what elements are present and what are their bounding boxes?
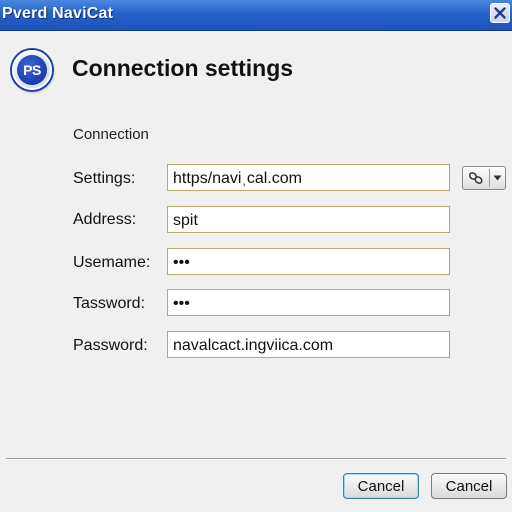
- settings-label: Settings:: [73, 170, 136, 187]
- app-logo-text: PS: [23, 62, 41, 78]
- footer-divider: [6, 458, 506, 459]
- url-picker-dropdown[interactable]: [462, 166, 506, 190]
- tassword-input[interactable]: [167, 289, 450, 316]
- title-bar: Pverd NaviCat: [0, 0, 512, 31]
- address-input[interactable]: [167, 206, 450, 233]
- dialog-window: Pverd NaviCat PS Connection settings Con…: [0, 0, 512, 512]
- link-icon: [468, 172, 483, 184]
- username-input[interactable]: [167, 248, 450, 275]
- close-icon: [494, 7, 506, 19]
- cancel-button-primary[interactable]: Cancel: [343, 473, 419, 499]
- password-input[interactable]: [167, 331, 450, 358]
- close-button[interactable]: [490, 3, 510, 23]
- password-label: Password:: [73, 337, 148, 354]
- address-label: Address:: [73, 211, 137, 228]
- cancel-button[interactable]: Cancel: [431, 473, 507, 499]
- app-logo-icon: PS: [12, 50, 52, 90]
- tassword-label: Tassword:: [73, 295, 146, 312]
- settings-input[interactable]: [167, 164, 450, 191]
- username-label: Usemame:: [73, 254, 151, 271]
- dialog-heading: Connection settings: [72, 55, 294, 81]
- chevron-down-icon: [493, 175, 502, 181]
- window-title: Pverd NaviCat: [2, 5, 114, 22]
- section-label-connection: Connection: [73, 126, 149, 143]
